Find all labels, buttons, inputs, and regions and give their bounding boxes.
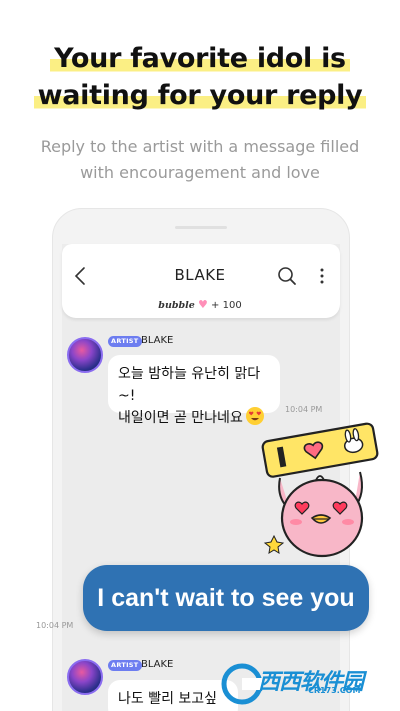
headline-line-2: waiting for your reply <box>0 80 400 111</box>
message-line-1: 오늘 밤하늘 유난히 맑다~! <box>118 366 261 404</box>
sender-name-2: BLAKE <box>141 659 174 670</box>
bubble-balance: bubble ♥ + 100 <box>150 298 250 311</box>
my-message-time: 10:04 PM <box>36 621 74 630</box>
artist-message-bubble-2[interactable]: 나도 빨리 보고싶다~ <box>108 680 238 711</box>
subtitle-line-2: with encouragement and love <box>80 163 320 182</box>
artist-message-bubble[interactable]: 오늘 밤하늘 유난히 맑다~! 내일이면 곧 만나네요 <box>108 355 280 426</box>
more-vertical-icon <box>320 268 324 284</box>
artist-badge: ARTIST <box>108 336 142 347</box>
artist-badge-2: ARTIST <box>108 660 142 671</box>
artist-avatar[interactable] <box>67 337 103 373</box>
chat-title: BLAKE <box>174 266 226 284</box>
sender-name: BLAKE <box>141 335 174 346</box>
my-message-bubble[interactable]: I can't wait to see you <box>83 565 369 631</box>
search-icon <box>278 267 296 285</box>
headline-line-1: Your favorite idol is <box>0 43 400 74</box>
watermark-sub: CR173.COM <box>308 686 361 695</box>
search-button[interactable] <box>276 265 298 287</box>
message-line-2: 내일이면 곧 만나네요 <box>118 410 243 426</box>
headline-text-1: Your favorite idol is <box>50 43 350 74</box>
headline-text-2: waiting for your reply <box>33 80 367 111</box>
more-options-button[interactable] <box>316 265 328 287</box>
back-button[interactable] <box>70 264 92 288</box>
phone-speaker <box>175 226 227 229</box>
bubble-count: + 100 <box>211 300 242 311</box>
message-line-2-row: 내일이면 곧 만나네요 <box>118 407 270 429</box>
message-time: 10:04 PM <box>285 405 323 414</box>
subtitle-line-1: Reply to the artist with a message fille… <box>40 137 360 156</box>
bubble-brand-logo: bubble <box>158 300 195 311</box>
heart-icon: ♥ <box>197 298 208 311</box>
artist-avatar-2[interactable] <box>67 659 103 695</box>
love-sticker-icon <box>256 418 386 568</box>
chevron-left-icon <box>74 267 85 285</box>
message-2-line-1: 나도 빨리 보고싶다~ <box>118 691 218 707</box>
